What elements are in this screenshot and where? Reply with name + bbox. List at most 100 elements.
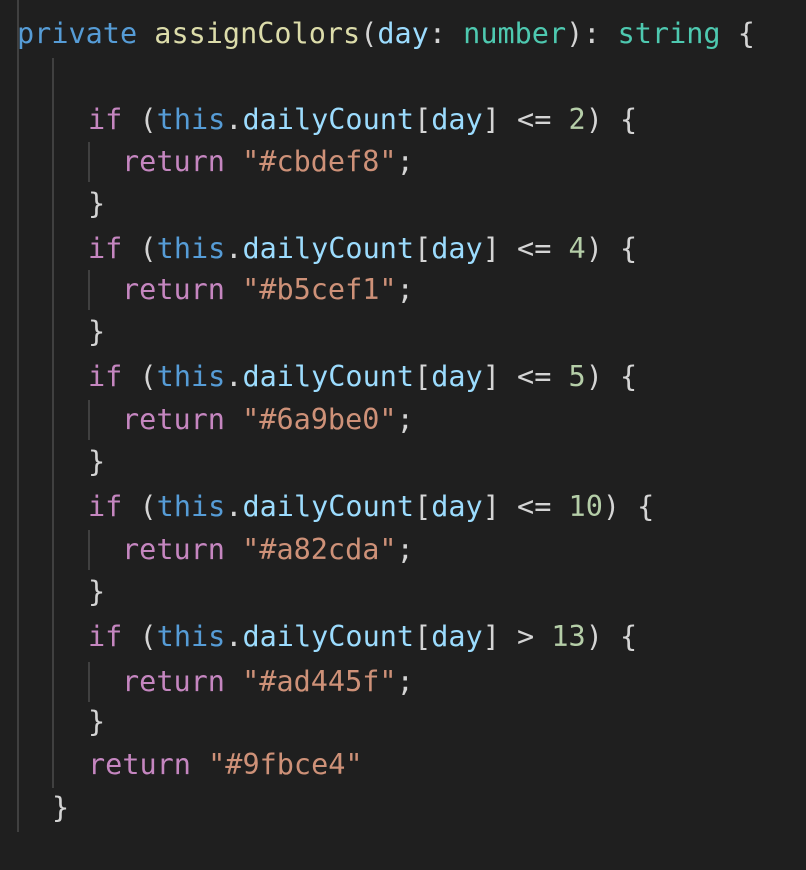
index-token: day [431,490,483,523]
color-string-token: "#9fbce4" [208,748,363,781]
bracket-open-token: [ [414,103,432,136]
semicolon-token: ; [396,665,414,698]
operator-token: <= [499,490,569,523]
property-token: dailyCount [242,360,415,393]
operator-token: <= [499,103,569,136]
bracket-close-token: ] [482,232,500,265]
property-token: dailyCount [242,103,415,136]
dot-token: . [225,360,243,393]
dot-token: . [225,103,243,136]
if-keyword: if [88,103,123,136]
if-keyword: if [88,232,123,265]
open-paren-token: ( [122,360,157,393]
bracket-close-token: ] [482,620,500,653]
code-line-signature: private assignColors(day: number): strin… [17,14,755,54]
close-brace-token: ) { [585,103,638,136]
this-token: this [156,490,226,523]
property-token: dailyCount [242,232,415,265]
color-string-token: "#cbdef8" [242,145,397,178]
close-brace-token: ) { [585,360,638,393]
index-token: day [431,103,483,136]
color-string-token: "#a82cda" [242,533,397,566]
colon-token: : [428,17,464,50]
code-editor[interactable]: private assignColors(day: number): strin… [0,0,806,870]
color-string-token: "#b5cef1" [242,273,397,306]
paren-token: ( [360,17,378,50]
return-keyword: return [122,665,225,698]
index-token: day [431,360,483,393]
semicolon-token: ; [396,403,414,436]
code-line-return: return "#6a9be0"; [122,400,414,440]
this-token: this [156,232,226,265]
return-keyword: return [88,748,191,781]
code-line-if: if (this.dailyCount[day] > 13) { [88,617,637,657]
close-paren-token: ): [566,17,618,50]
open-paren-token: ( [122,103,157,136]
indent-guide-method [52,58,54,788]
semicolon-token: ; [396,273,414,306]
this-token: this [156,103,226,136]
color-string-token: "#6a9be0" [242,403,397,436]
bracket-close-token: ] [482,103,500,136]
color-string-token: "#ad445f" [242,665,397,698]
indent-guide-if-3 [88,400,90,440]
number-token: 10 [568,490,603,523]
open-paren-token: ( [122,232,157,265]
code-line-close: } [88,702,105,742]
indent-guide-if-2 [88,270,90,310]
if-keyword: if [88,620,123,653]
close-brace-token: ) { [585,620,638,653]
operator-token: <= [499,232,569,265]
open-brace-token: { [720,17,755,50]
code-line-return: return "#cbdef8"; [122,142,414,182]
number-token: 2 [568,103,586,136]
open-paren-token: ( [122,620,157,653]
code-line-if: if (this.dailyCount[day] <= 5) { [88,357,637,397]
return-keyword: return [122,273,225,306]
brace-token: } [52,791,70,824]
indent-guide-outer [17,0,19,832]
bracket-open-token: [ [414,360,432,393]
code-line-if: if (this.dailyCount[day] <= 10) { [88,487,654,527]
code-line-fallback-return: return "#9fbce4" [88,745,363,785]
property-token: dailyCount [242,620,415,653]
return-keyword: return [122,533,225,566]
index-token: day [431,232,483,265]
bracket-close-token: ] [482,360,500,393]
brace-token: } [88,315,106,348]
number-token: 5 [568,360,586,393]
indent-guide-if-4 [88,530,90,570]
param-type-token: number [463,17,567,50]
bracket-close-token: ] [482,490,500,523]
bracket-open-token: [ [414,490,432,523]
semicolon-token: ; [396,533,414,566]
open-paren-token: ( [122,490,157,523]
code-line-return: return "#a82cda"; [122,530,414,570]
this-token: this [156,620,226,653]
number-token: 4 [568,232,586,265]
code-line-return: return "#b5cef1"; [122,270,414,310]
brace-token: } [88,445,106,478]
code-line-close: } [88,572,105,612]
return-keyword: return [122,403,225,436]
return-type-token: string [617,17,721,50]
code-line-close: } [88,312,105,352]
index-token: day [431,620,483,653]
bracket-open-token: [ [414,232,432,265]
if-keyword: if [88,360,123,393]
return-keyword: return [122,145,225,178]
param-token: day [377,17,429,50]
code-line-close: } [88,442,105,482]
semicolon-token: ; [396,145,414,178]
bracket-open-token: [ [414,620,432,653]
if-keyword: if [88,490,123,523]
dot-token: . [225,232,243,265]
code-line-if: if (this.dailyCount[day] <= 2) { [88,100,637,140]
close-brace-token: ) { [602,490,655,523]
this-token: this [156,360,226,393]
dot-token: . [225,490,243,523]
